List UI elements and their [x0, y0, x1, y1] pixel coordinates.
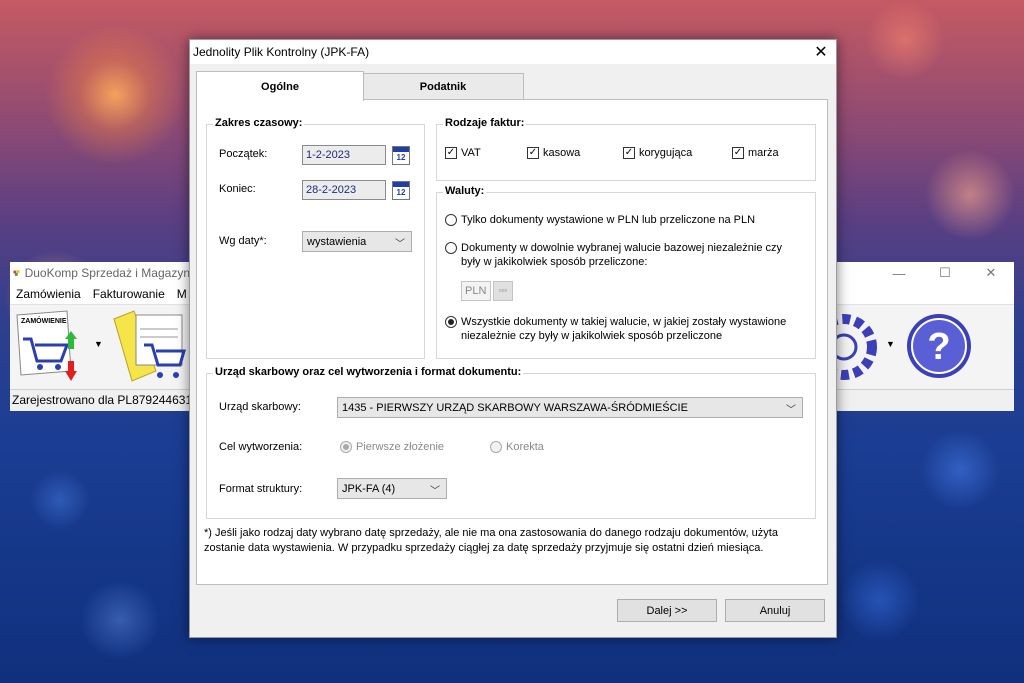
radio-pierwsze-zlozenie[interactable]: Pierwsze złożenie	[340, 440, 444, 454]
radio-unselected-icon	[490, 441, 502, 453]
background-statusbar: Zarejestrowano dla PL8792446312	[10, 390, 199, 410]
group-title-zakres: Zakres czasowy:	[213, 117, 305, 129]
radio-unselected-icon	[445, 214, 457, 226]
chevron-down-icon: ﹀	[430, 486, 440, 497]
menu-fakturowanie[interactable]: Fakturowanie	[93, 287, 165, 301]
checkbox-marza[interactable]: ✓ marża	[732, 147, 779, 159]
group-title-rodzaje: Rodzaje faktur:	[443, 117, 527, 129]
background-app-title: DuoKomp Sprzedaż i Magazyn	[24, 266, 190, 280]
checkbox-vat[interactable]: ✓ VAT	[445, 147, 481, 159]
format-label: Format struktury:	[219, 483, 303, 495]
poczatek-label: Początek:	[219, 148, 268, 160]
invoice-cart-button[interactable]	[110, 309, 188, 383]
radio-pierwsze-zlozenie-label: Pierwsze złożenie	[356, 441, 445, 453]
chevron-down-icon: ﹀	[786, 405, 796, 416]
group-urzad-skarbowy: Urząd skarbowy oraz cel wytworzenia i fo…	[206, 366, 816, 519]
tab-ogolne[interactable]: Ogólne	[196, 71, 364, 101]
tab-panel-ogolne: Zakres czasowy: Początek: 1-2-2023 12 Ko…	[196, 99, 828, 585]
order-cart-button[interactable]: ZAMÓWIENIE	[13, 309, 85, 383]
next-button[interactable]: Dalej >>	[617, 599, 717, 622]
checkbox-kasowa[interactable]: ✓ kasowa	[527, 147, 580, 159]
group-title-waluty: Waluty:	[443, 185, 487, 197]
poczatek-date-field[interactable]: 1-2-2023	[302, 145, 386, 165]
checkbox-kasowa-label: kasowa	[543, 147, 581, 159]
currency-field: PLN	[461, 281, 491, 301]
tab-podatnik[interactable]: Podatnik	[362, 73, 524, 101]
radio-waluta-bazowa[interactable]: Dokumenty w dowolnie wybranej walucie ba…	[445, 241, 790, 269]
background-app-titlebar-right: — ☐ ✕	[836, 262, 1014, 284]
wg-daty-value: wystawienia	[307, 235, 367, 248]
radio-wszystkie-waluty[interactable]: Wszystkie dokumenty w takiej walucie, w …	[445, 315, 795, 343]
order-cart-icon: ZAMÓWIENIE	[16, 310, 77, 381]
app-logo-icon	[13, 270, 20, 276]
chevron-down-icon[interactable]: ▼	[94, 339, 103, 349]
radio-tylko-pln[interactable]: Tylko dokumenty wystawione w PLN lub prz…	[445, 213, 805, 227]
koniec-label: Koniec:	[219, 183, 256, 195]
checkbox-korygujaca-label: korygująca	[639, 147, 693, 159]
radio-korekta[interactable]: Korekta	[490, 440, 544, 454]
radio-wszystkie-waluty-label: Wszystkie dokumenty w takiej walucie, w …	[461, 316, 787, 342]
minimize-icon[interactable]: —	[876, 262, 922, 284]
close-icon[interactable]: ✕	[806, 40, 836, 64]
menu-zamowienia[interactable]: Zamówienia	[16, 287, 81, 301]
footnote: *) Jeśli jako rodzaj daty wybrano datę s…	[204, 527, 778, 554]
wg-daty-select[interactable]: wystawienia ﹀	[302, 231, 412, 252]
background-toolbar: ZAMÓWIENIE ▼	[10, 305, 190, 390]
invoice-cart-icon	[113, 310, 186, 382]
background-menubar-right	[836, 284, 1014, 305]
radio-korekta-label: Korekta	[506, 441, 544, 453]
svg-text:?: ?	[927, 326, 950, 368]
radio-selected-icon	[340, 441, 352, 453]
background-toolbar-right: ▼ ?	[811, 305, 1014, 390]
group-waluty: Waluty: Tylko dokumenty wystawione w PLN…	[436, 185, 816, 359]
radio-waluta-bazowa-label: Dokumenty w dowolnie wybranej walucie ba…	[461, 242, 782, 268]
checkbox-checked-icon: ✓	[445, 147, 457, 159]
format-value: JPK-FA (4)	[342, 482, 396, 495]
koniec-date-field[interactable]: 28-2-2023	[302, 180, 386, 200]
group-title-urzad: Urząd skarbowy oraz cel wytworzenia i fo…	[213, 366, 524, 378]
dialog-title: Jednolity Plik Kontrolny (JPK-FA)	[193, 45, 370, 59]
window-close-icon[interactable]: ✕	[968, 262, 1014, 284]
help-icon: ?	[907, 314, 971, 378]
menu-more[interactable]: M	[177, 287, 187, 301]
urzad-label: Urząd skarbowy:	[219, 401, 301, 413]
checkbox-checked-icon: ✓	[623, 147, 635, 159]
currency-picker-button: ▫▫▫	[493, 281, 513, 301]
dialog-titlebar: Jednolity Plik Kontrolny (JPK-FA) ✕	[190, 40, 836, 64]
chevron-down-icon[interactable]: ▼	[886, 339, 895, 349]
help-button[interactable]: ?	[904, 311, 974, 381]
checkbox-vat-label: VAT	[461, 147, 481, 159]
calendar-icon[interactable]: 12	[392, 181, 410, 200]
maximize-icon[interactable]: ☐	[922, 262, 968, 284]
radio-selected-icon	[445, 316, 457, 328]
checkbox-checked-icon: ✓	[527, 147, 539, 159]
urzad-value: 1435 - PIERWSZY URZĄD SKARBOWY WARSZAWA-…	[342, 401, 688, 414]
group-rodzaje-faktur: Rodzaje faktur: ✓ VAT ✓ kasowa ✓ koryguj…	[436, 117, 816, 181]
background-app-window-right: — ☐ ✕ ▼ ?	[811, 262, 1014, 411]
radio-tylko-pln-label: Tylko dokumenty wystawione w PLN lub prz…	[461, 214, 756, 226]
gear-icon	[811, 314, 877, 380]
wg-daty-label: Wg daty*:	[219, 235, 267, 247]
checkbox-korygujaca[interactable]: ✓ korygująca	[623, 147, 692, 159]
registration-status: Zarejestrowano dla PL8792446312	[12, 393, 199, 407]
jpk-fa-dialog: Jednolity Plik Kontrolny (JPK-FA) ✕ Ogól…	[189, 39, 837, 638]
background-app-titlebar: DuoKomp Sprzedaż i Magazyn	[10, 262, 190, 284]
group-zakres-czasowy: Zakres czasowy: Początek: 1-2-2023 12 Ko…	[206, 117, 425, 359]
order-cart-label: ZAMÓWIENIE	[21, 316, 67, 325]
chevron-down-icon: ﹀	[395, 239, 405, 250]
calendar-icon[interactable]: 12	[392, 146, 410, 165]
urzad-select[interactable]: 1435 - PIERWSZY URZĄD SKARBOWY WARSZAWA-…	[337, 397, 803, 418]
checkbox-checked-icon: ✓	[732, 147, 744, 159]
background-menubar: Zamówienia Fakturowanie M	[10, 284, 190, 305]
cel-label: Cel wytworzenia:	[219, 441, 303, 453]
background-app-window-left: DuoKomp Sprzedaż i Magazyn Zamówienia Fa…	[10, 262, 199, 411]
format-select[interactable]: JPK-FA (4) ﹀	[337, 478, 447, 499]
settings-button[interactable]	[811, 309, 878, 383]
checkbox-marza-label: marża	[748, 147, 779, 159]
radio-unselected-icon	[445, 242, 457, 254]
cancel-button[interactable]: Anuluj	[725, 599, 825, 622]
